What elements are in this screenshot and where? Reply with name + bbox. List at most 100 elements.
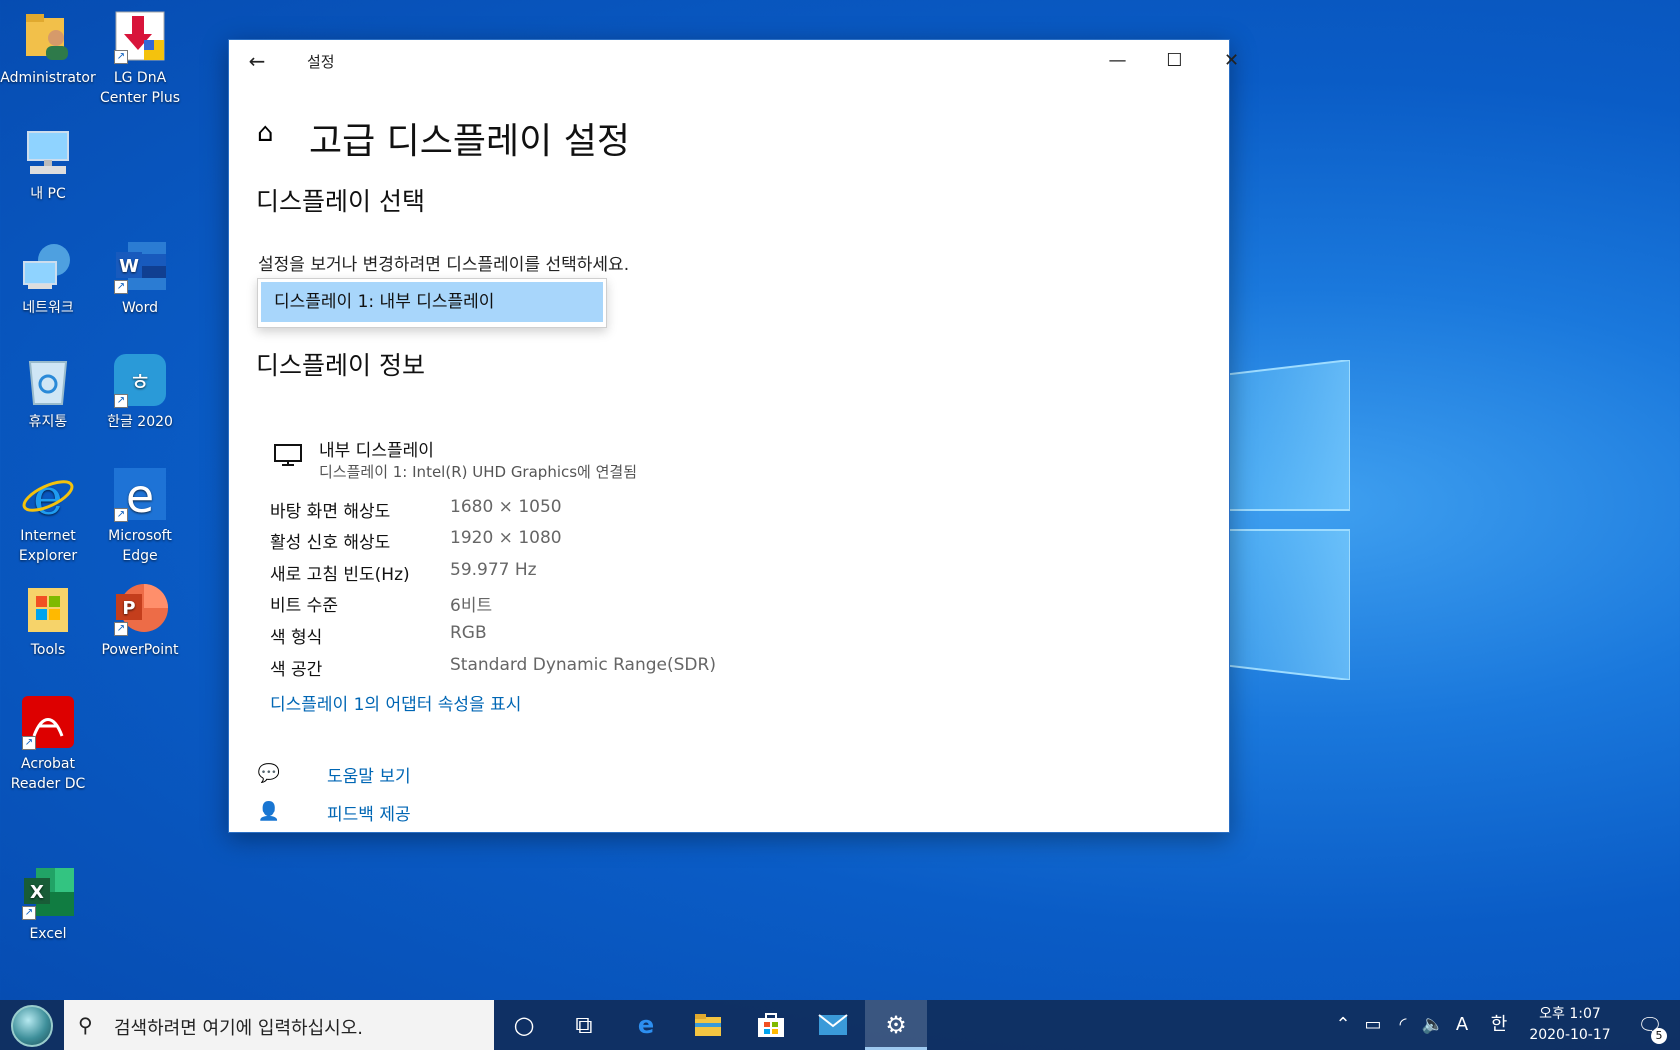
ime-mode-han[interactable]: 한 <box>1486 1000 1512 1050</box>
battery-icon[interactable]: ▭ <box>1359 1000 1387 1050</box>
task-view-button[interactable]: ⧉ <box>553 1000 615 1050</box>
taskbar-search-box[interactable]: ⚲ 검색하려면 여기에 입력하십시오. <box>64 1000 494 1050</box>
monitor-icon <box>274 444 302 466</box>
desktop-icon-label: PowerPoint <box>101 642 179 658</box>
shortcut-arrow-icon: ↗ <box>114 394 128 408</box>
desktop-icon-word[interactable]: W ↗ Word <box>92 238 188 318</box>
desktop-icon-label: Excel <box>29 926 67 942</box>
desktop-icon-label: Acrobat Reader DC <box>10 756 86 792</box>
desktop-icon-label: Microsoft Edge <box>108 528 172 564</box>
chevron-up-icon: ⌃ <box>1335 1014 1351 1035</box>
shortcut-arrow-icon: ↗ <box>22 906 36 920</box>
desktop-icon-label: 한글 2020 <box>107 414 173 430</box>
info-label-color-space: 색 공간 <box>270 660 323 680</box>
shortcut-arrow-icon: ↗ <box>114 622 128 636</box>
desktop-icon-label: Administrator <box>0 70 96 86</box>
desktop-icon-my-pc[interactable]: 내 PC <box>0 124 96 204</box>
search-placeholder: 검색하려면 여기에 입력하십시오. <box>114 1018 364 1039</box>
ime-mode-a[interactable]: A <box>1449 1000 1475 1050</box>
desktop-icon-edge[interactable]: e ↗ Microsoft Edge <box>92 466 188 566</box>
folder-icon <box>20 580 76 636</box>
network-icon <box>20 238 76 294</box>
desktop-icon-label: 내 PC <box>30 186 66 202</box>
desktop-icon-network[interactable]: 네트워크 <box>0 238 96 318</box>
info-value-refresh-rate: 59.977 Hz <box>450 560 537 580</box>
show-hidden-icons-button[interactable]: ⌃ <box>1330 1000 1356 1050</box>
info-value-bit-depth: 6비트 <box>450 596 493 616</box>
desktop-icon-label: Tools <box>30 642 66 658</box>
svg-text:ㅎ: ㅎ <box>129 368 151 396</box>
desktop-icon-administrator[interactable]: Administrator <box>0 8 96 88</box>
cortana-button[interactable]: ○ <box>493 1000 555 1050</box>
display-option-selected[interactable]: 디스플레이 1: 내부 디스플레이 <box>261 282 603 322</box>
info-label-bit-depth: 비트 수준 <box>270 596 338 616</box>
page-title: 고급 디스플레이 설정 <box>309 121 630 162</box>
display-select-dropdown[interactable]: 디스플레이 1: 내부 디스플레이 <box>257 278 607 328</box>
minimize-button[interactable]: — <box>1089 40 1146 82</box>
notification-count-badge: 5 <box>1651 1028 1667 1044</box>
svg-text:X: X <box>30 882 44 903</box>
desktop-icon-label: Word <box>122 300 158 316</box>
shortcut-arrow-icon: ↗ <box>114 508 128 522</box>
svg-text:e: e <box>33 468 63 522</box>
internet-explorer-icon: e <box>20 466 76 526</box>
desktop-icon-acrobat[interactable]: ↗ Acrobat Reader DC <box>0 694 96 794</box>
taskbar-file-explorer-button[interactable] <box>677 1000 739 1050</box>
maximize-button[interactable]: ☐ <box>1146 40 1203 82</box>
clock-time: 오후 1:07 <box>1539 1006 1601 1022</box>
lg-dna-center-icon: ↗ <box>112 8 168 64</box>
edge-icon: e ↗ <box>112 466 168 523</box>
task-view-icon: ⧉ <box>575 1011 593 1039</box>
feedback-link[interactable]: 피드백 제공 <box>327 800 411 825</box>
computer-icon <box>20 124 76 180</box>
desktop-icon-powerpoint[interactable]: P ↗ PowerPoint <box>92 580 188 660</box>
action-center-button[interactable]: 🗨 5 <box>1625 1000 1675 1050</box>
start-button[interactable] <box>0 1000 64 1050</box>
recycle-bin-icon <box>20 352 76 408</box>
info-label-color-format: 색 형식 <box>270 628 323 648</box>
feedback-person-icon: 👤 <box>257 801 281 822</box>
help-chat-icon: 💬 <box>257 763 281 784</box>
home-icon[interactable]: ⌂ <box>257 118 287 148</box>
gear-icon: ⚙ <box>885 1011 907 1039</box>
taskbar: ⚲ 검색하려면 여기에 입력하십시오. ○ ⧉ e ⚙ ⌃ ▭ ◜ 🔈 A 한 … <box>0 1000 1680 1050</box>
taskbar-edge-button[interactable]: e <box>615 1000 677 1050</box>
desktop-icon-recycle-bin[interactable]: 휴지통 <box>0 352 96 432</box>
desktop-icon-label: LG DnA Center Plus <box>99 70 181 106</box>
taskbar-mail-button[interactable] <box>802 1000 864 1050</box>
info-value-desktop-resolution: 1680 × 1050 <box>450 497 562 517</box>
back-arrow-icon[interactable]: ← <box>241 46 273 76</box>
help-link[interactable]: 도움말 보기 <box>327 762 411 787</box>
wifi-icon[interactable]: ◜ <box>1389 1000 1417 1050</box>
monitor-name: 내부 디스플레이 <box>319 441 434 461</box>
shortcut-arrow-icon: ↗ <box>22 736 36 750</box>
title-bar[interactable]: ← 설정 — ☐ ✕ <box>229 40 1239 82</box>
close-button[interactable]: ✕ <box>1203 40 1260 82</box>
desktop-icon-hangul[interactable]: ㅎ ↗ 한글 2020 <box>92 352 188 432</box>
desktop-icon-lg-dna[interactable]: ↗ LG DnA Center Plus <box>92 8 188 108</box>
desktop-icon-ie[interactable]: e Internet Explorer <box>0 466 96 566</box>
shortcut-arrow-icon: ↗ <box>114 50 128 64</box>
desktop-icon-label: 휴지통 <box>28 414 68 430</box>
taskbar-clock[interactable]: 오후 1:07 2020-10-17 <box>1515 1004 1625 1046</box>
acrobat-reader-icon: ↗ <box>20 694 76 750</box>
info-value-color-format: RGB <box>450 623 487 643</box>
taskbar-settings-button[interactable]: ⚙ <box>865 1000 927 1050</box>
hangul-icon: ㅎ ↗ <box>112 352 168 408</box>
store-icon <box>758 1013 784 1037</box>
desktop-icon-label: Internet Explorer <box>18 528 78 564</box>
powerpoint-icon: P ↗ <box>112 580 168 636</box>
info-label-active-signal-resolution: 활성 신호 해상도 <box>270 533 391 553</box>
info-label-refresh-rate: 새로 고침 빈도(Hz) <box>270 565 410 585</box>
taskbar-store-button[interactable] <box>740 1000 802 1050</box>
svg-text:P: P <box>122 598 135 619</box>
display-select-description: 설정을 보거나 변경하려면 디스플레이를 선택하세요. <box>258 255 630 275</box>
desktop-icon-label: 네트워크 <box>22 300 74 316</box>
desktop-icon-tools[interactable]: Tools <box>0 580 96 660</box>
settings-window: ← 설정 — ☐ ✕ ⌂ 고급 디스플레이 설정 디스플레이 선택 설정을 보거… <box>228 39 1239 833</box>
clock-date: 2020-10-17 <box>1529 1027 1611 1043</box>
desktop-icon-excel[interactable]: X ↗ Excel <box>0 864 96 944</box>
window-title: 설정 <box>307 53 335 71</box>
volume-icon[interactable]: 🔈 <box>1419 1000 1447 1050</box>
adapter-properties-link[interactable]: 디스플레이 1의 어댑터 속성을 표시 <box>270 690 521 715</box>
